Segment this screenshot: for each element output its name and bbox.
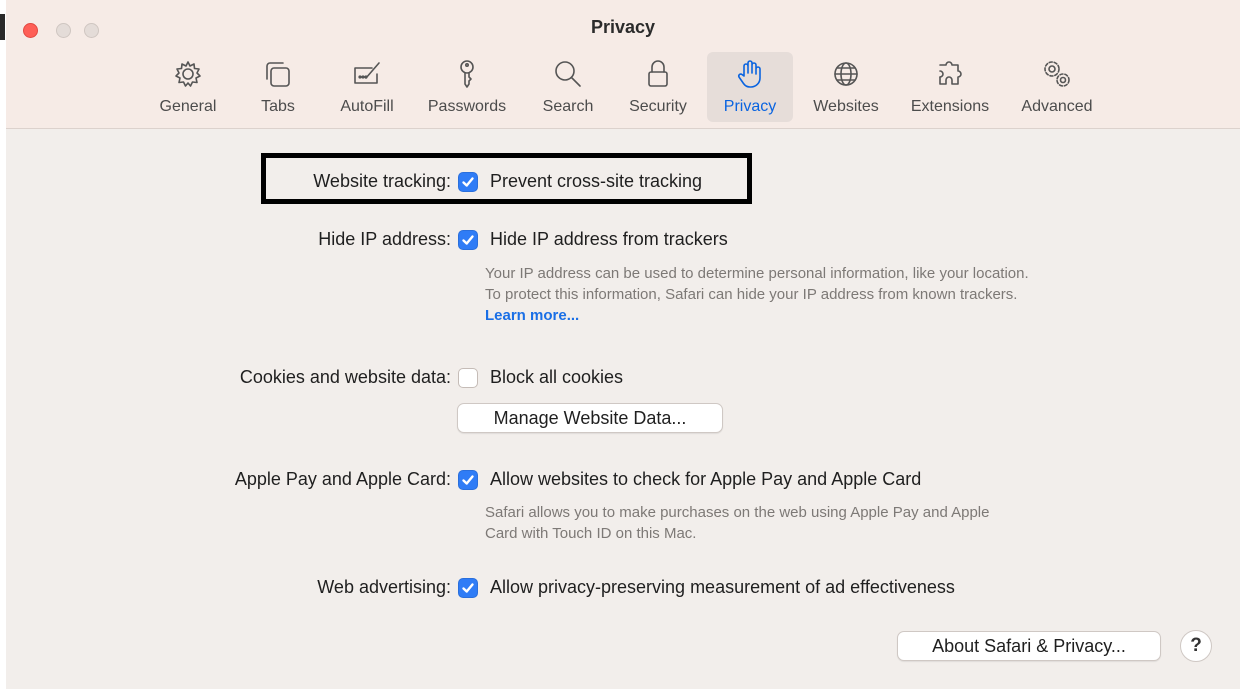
lock-icon <box>638 54 678 94</box>
gear-icon <box>168 54 208 94</box>
cookies-label: Cookies and website data: <box>239 367 451 387</box>
preferences-toolbar: General Tabs AutoFill Passwords Search S… <box>6 52 1240 122</box>
titlebar: Privacy General Tabs AutoFill Passwords … <box>6 0 1240 129</box>
highlight-box <box>261 153 752 204</box>
tab-websites[interactable]: Websites <box>806 52 886 122</box>
tab-privacy[interactable]: Privacy <box>707 52 793 122</box>
tab-label: Tabs <box>261 98 295 115</box>
apple-pay-label: Apple Pay and Apple Card: <box>234 469 451 489</box>
tab-search[interactable]: Search <box>532 52 604 122</box>
puzzle-icon <box>930 54 970 94</box>
tab-security[interactable]: Security <box>618 52 698 122</box>
hide-ip-address-label: Hide IP address: <box>318 229 451 249</box>
tab-autofill[interactable]: AutoFill <box>329 52 405 122</box>
help-button[interactable]: ? <box>1180 630 1212 662</box>
apple-pay-option[interactable]: Allow websites to check for Apple Pay an… <box>490 469 921 490</box>
tabs-icon <box>258 54 298 94</box>
hide-ip-description-text: Your IP address can be used to determine… <box>485 265 1029 303</box>
tab-label: Advanced <box>1021 98 1093 115</box>
tab-passwords[interactable]: Passwords <box>418 52 516 122</box>
window-title: Privacy <box>590 17 656 37</box>
tab-extensions[interactable]: Extensions <box>902 52 998 122</box>
tab-label: Privacy <box>723 98 777 115</box>
autofill-icon <box>347 54 387 94</box>
ad-measurement-option[interactable]: Allow privacy-preserving measurement of … <box>490 577 955 598</box>
tab-label: Security <box>629 98 687 115</box>
hide-ip-description: Your IP address can be used to determine… <box>485 263 1045 326</box>
tab-tabs[interactable]: Tabs <box>250 52 306 122</box>
manage-website-data-button[interactable]: Manage Website Data... <box>457 403 723 433</box>
safari-preferences-window: Privacy General Tabs AutoFill Passwords … <box>6 0 1240 689</box>
hand-icon <box>730 54 770 94</box>
globe-icon <box>826 54 866 94</box>
apple-pay-checkbox[interactable] <box>458 470 478 490</box>
magnifier-icon <box>548 54 588 94</box>
hide-ip-address-option[interactable]: Hide IP address from trackers <box>490 229 728 250</box>
learn-more-link[interactable]: Learn more... <box>485 307 579 324</box>
tab-label: Extensions <box>910 98 990 115</box>
web-advertising-label: Web advertising: <box>317 577 451 597</box>
about-safari-privacy-button[interactable]: About Safari & Privacy... <box>897 631 1161 661</box>
ad-measurement-checkbox[interactable] <box>458 578 478 598</box>
tab-label: Passwords <box>427 98 507 115</box>
checkmark-icon <box>462 583 474 593</box>
tab-label: Websites <box>813 98 879 115</box>
tab-label: General <box>159 98 217 115</box>
gears-icon <box>1037 54 1077 94</box>
checkmark-icon <box>462 235 474 245</box>
apple-pay-description: Safari allows you to make purchases on t… <box>485 504 990 542</box>
tab-advanced[interactable]: Advanced <box>1012 52 1102 122</box>
tab-label: Search <box>542 98 594 115</box>
checkmark-icon <box>462 475 474 485</box>
block-all-cookies-checkbox[interactable] <box>458 368 478 388</box>
block-all-cookies-label[interactable]: Block all cookies <box>490 367 623 388</box>
key-icon <box>447 54 487 94</box>
window-edge-mark <box>0 14 5 40</box>
hide-ip-address-checkbox[interactable] <box>458 230 478 250</box>
tab-label: AutoFill <box>340 98 394 115</box>
tab-general[interactable]: General <box>152 52 224 122</box>
